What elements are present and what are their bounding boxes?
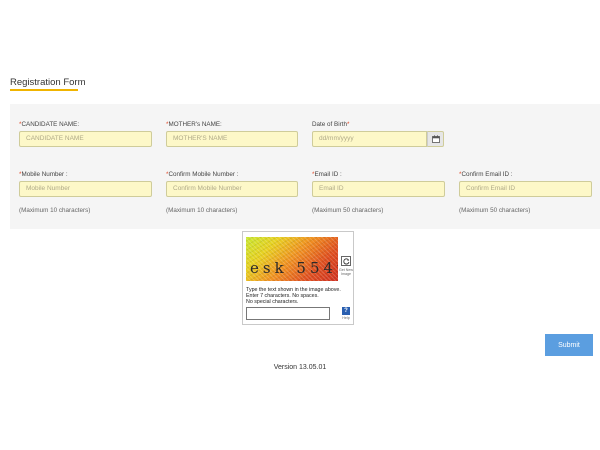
captcha-refresh-label[interactable]: Get New Image (339, 268, 353, 277)
mobile-number-label: *Mobile Number : (19, 171, 68, 178)
email-id-input[interactable]: Email ID (312, 181, 445, 197)
candidate-name-input[interactable]: CANDIDATE NAME (19, 131, 152, 147)
captcha-image: esk 554v (246, 237, 338, 281)
calendar-icon (431, 130, 440, 148)
form-title-underline (10, 89, 78, 91)
captcha-instruction-3: No special characters. (246, 299, 299, 305)
submit-button[interactable]: Submit (545, 334, 593, 356)
version-text: Version 13.05.01 (273, 364, 327, 371)
confirm-mobile-number-hint: (Maximum 10 characters) (166, 207, 238, 214)
email-id-hint: (Maximum 50 characters) (312, 207, 384, 214)
confirm-email-id-hint: (Maximum 50 characters) (459, 207, 531, 214)
calendar-button[interactable] (427, 131, 444, 147)
mobile-number-hint: (Maximum 10 characters) (19, 207, 91, 214)
confirm-mobile-number-label: *Confirm Mobile Number : (166, 171, 239, 178)
captcha-widget: esk 554v Get New Image Type the text sho… (242, 231, 354, 325)
captcha-help-button[interactable]: ? (342, 307, 350, 315)
candidate-name-label: *CANDIDATE NAME: (19, 121, 80, 128)
mothers-name-input[interactable]: MOTHER'S NAME (166, 131, 298, 147)
confirm-email-id-input[interactable]: Confirm Email ID (459, 181, 592, 197)
mobile-number-input[interactable]: Mobile Number (19, 181, 152, 197)
captcha-image-text: esk 554v (250, 259, 338, 277)
confirm-mobile-number-input[interactable]: Confirm Mobile Number (166, 181, 298, 197)
email-id-label: *Email ID : (312, 171, 342, 178)
captcha-input[interactable] (246, 307, 330, 320)
help-icon: ? (344, 308, 348, 314)
dob-label: Date of Birth* (312, 121, 350, 128)
captcha-help-label[interactable]: Help (340, 316, 352, 320)
captcha-refresh-button[interactable] (341, 256, 351, 266)
form-title: Registration Form (10, 77, 86, 88)
mothers-name-label: *MOTHER's NAME: (166, 121, 222, 128)
dob-input[interactable]: dd/mm/yyyy (312, 131, 427, 147)
confirm-email-id-label: *Confirm Email ID : (459, 171, 513, 178)
